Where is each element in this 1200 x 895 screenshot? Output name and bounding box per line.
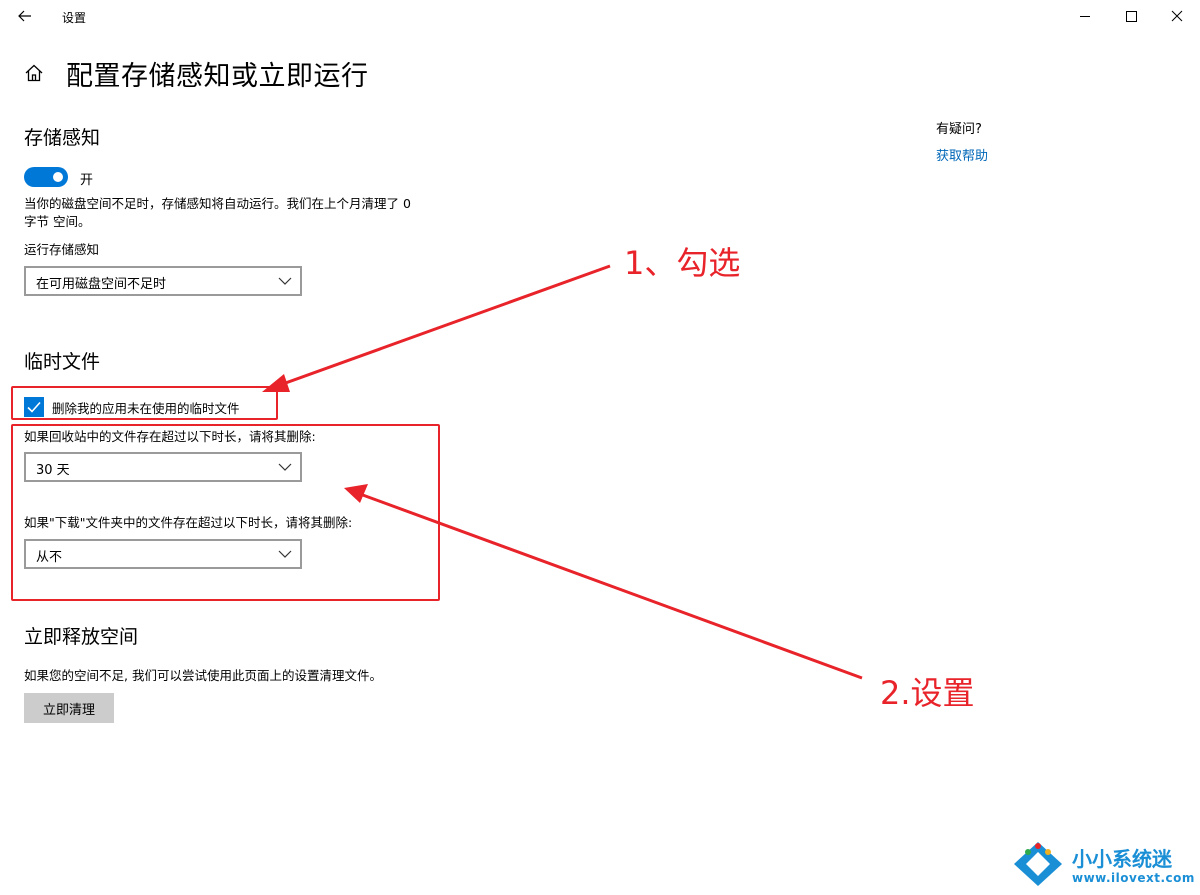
page-title: 配置存储感知或立即运行 bbox=[66, 61, 369, 92]
minimize-button[interactable] bbox=[1062, 0, 1108, 32]
annotation-box-settings bbox=[11, 424, 440, 601]
get-help-link[interactable]: 获取帮助 bbox=[936, 145, 988, 164]
run-storage-sense-dropdown[interactable]: 在可用磁盘空间不足时 bbox=[24, 266, 302, 296]
free-space-heading: 立即释放空间 bbox=[24, 626, 139, 648]
storage-sense-description-line1: 当你的磁盘空间不足时，存储感知将自动运行。我们在上个月清理了 0 bbox=[24, 196, 411, 211]
maximize-icon bbox=[1126, 11, 1137, 22]
watermark-name: 小小系统迷 bbox=[1072, 847, 1172, 871]
close-button[interactable] bbox=[1154, 0, 1200, 32]
title-bar: 设置 bbox=[0, 0, 1200, 32]
chevron-down-icon bbox=[278, 277, 292, 285]
storage-sense-heading: 存储感知 bbox=[24, 127, 101, 149]
minimize-icon bbox=[1080, 16, 1090, 17]
home-button[interactable] bbox=[23, 62, 45, 84]
back-button[interactable] bbox=[12, 4, 38, 28]
window-title: 设置 bbox=[62, 11, 87, 25]
storage-sense-toggle[interactable] bbox=[24, 167, 68, 187]
toggle-knob bbox=[53, 172, 63, 182]
close-icon bbox=[1171, 10, 1183, 22]
run-storage-sense-value: 在可用磁盘空间不足时 bbox=[36, 277, 167, 292]
home-icon bbox=[25, 64, 43, 82]
settings-window: 设置 配置存储感知或立即运行 存储感知 开 当你的磁盘空间不足时，存储感知将自动… bbox=[0, 0, 1200, 895]
toggle-state-label: 开 bbox=[80, 173, 94, 188]
help-title: 有疑问? bbox=[936, 122, 982, 137]
watermark-url: www.ilovext.com bbox=[1072, 871, 1195, 885]
annotation-arrow-1 bbox=[262, 264, 611, 392]
back-arrow-icon bbox=[18, 10, 31, 22]
run-storage-sense-label: 运行存储感知 bbox=[24, 242, 100, 257]
temp-files-heading: 临时文件 bbox=[24, 351, 101, 373]
watermark-logo-icon bbox=[1014, 842, 1062, 886]
maximize-button[interactable] bbox=[1108, 0, 1154, 32]
annotation-box-checkbox bbox=[11, 386, 278, 420]
annotation-step2: 2.设置 bbox=[880, 674, 975, 712]
free-space-description: 如果您的空间不足, 我们可以尝试使用此页面上的设置清理文件。 bbox=[24, 668, 382, 683]
annotation-step1: 1、勾选 bbox=[624, 244, 741, 282]
storage-sense-description-line2: 字节 空间。 bbox=[24, 214, 91, 229]
clean-now-button[interactable]: 立即清理 bbox=[24, 693, 114, 723]
